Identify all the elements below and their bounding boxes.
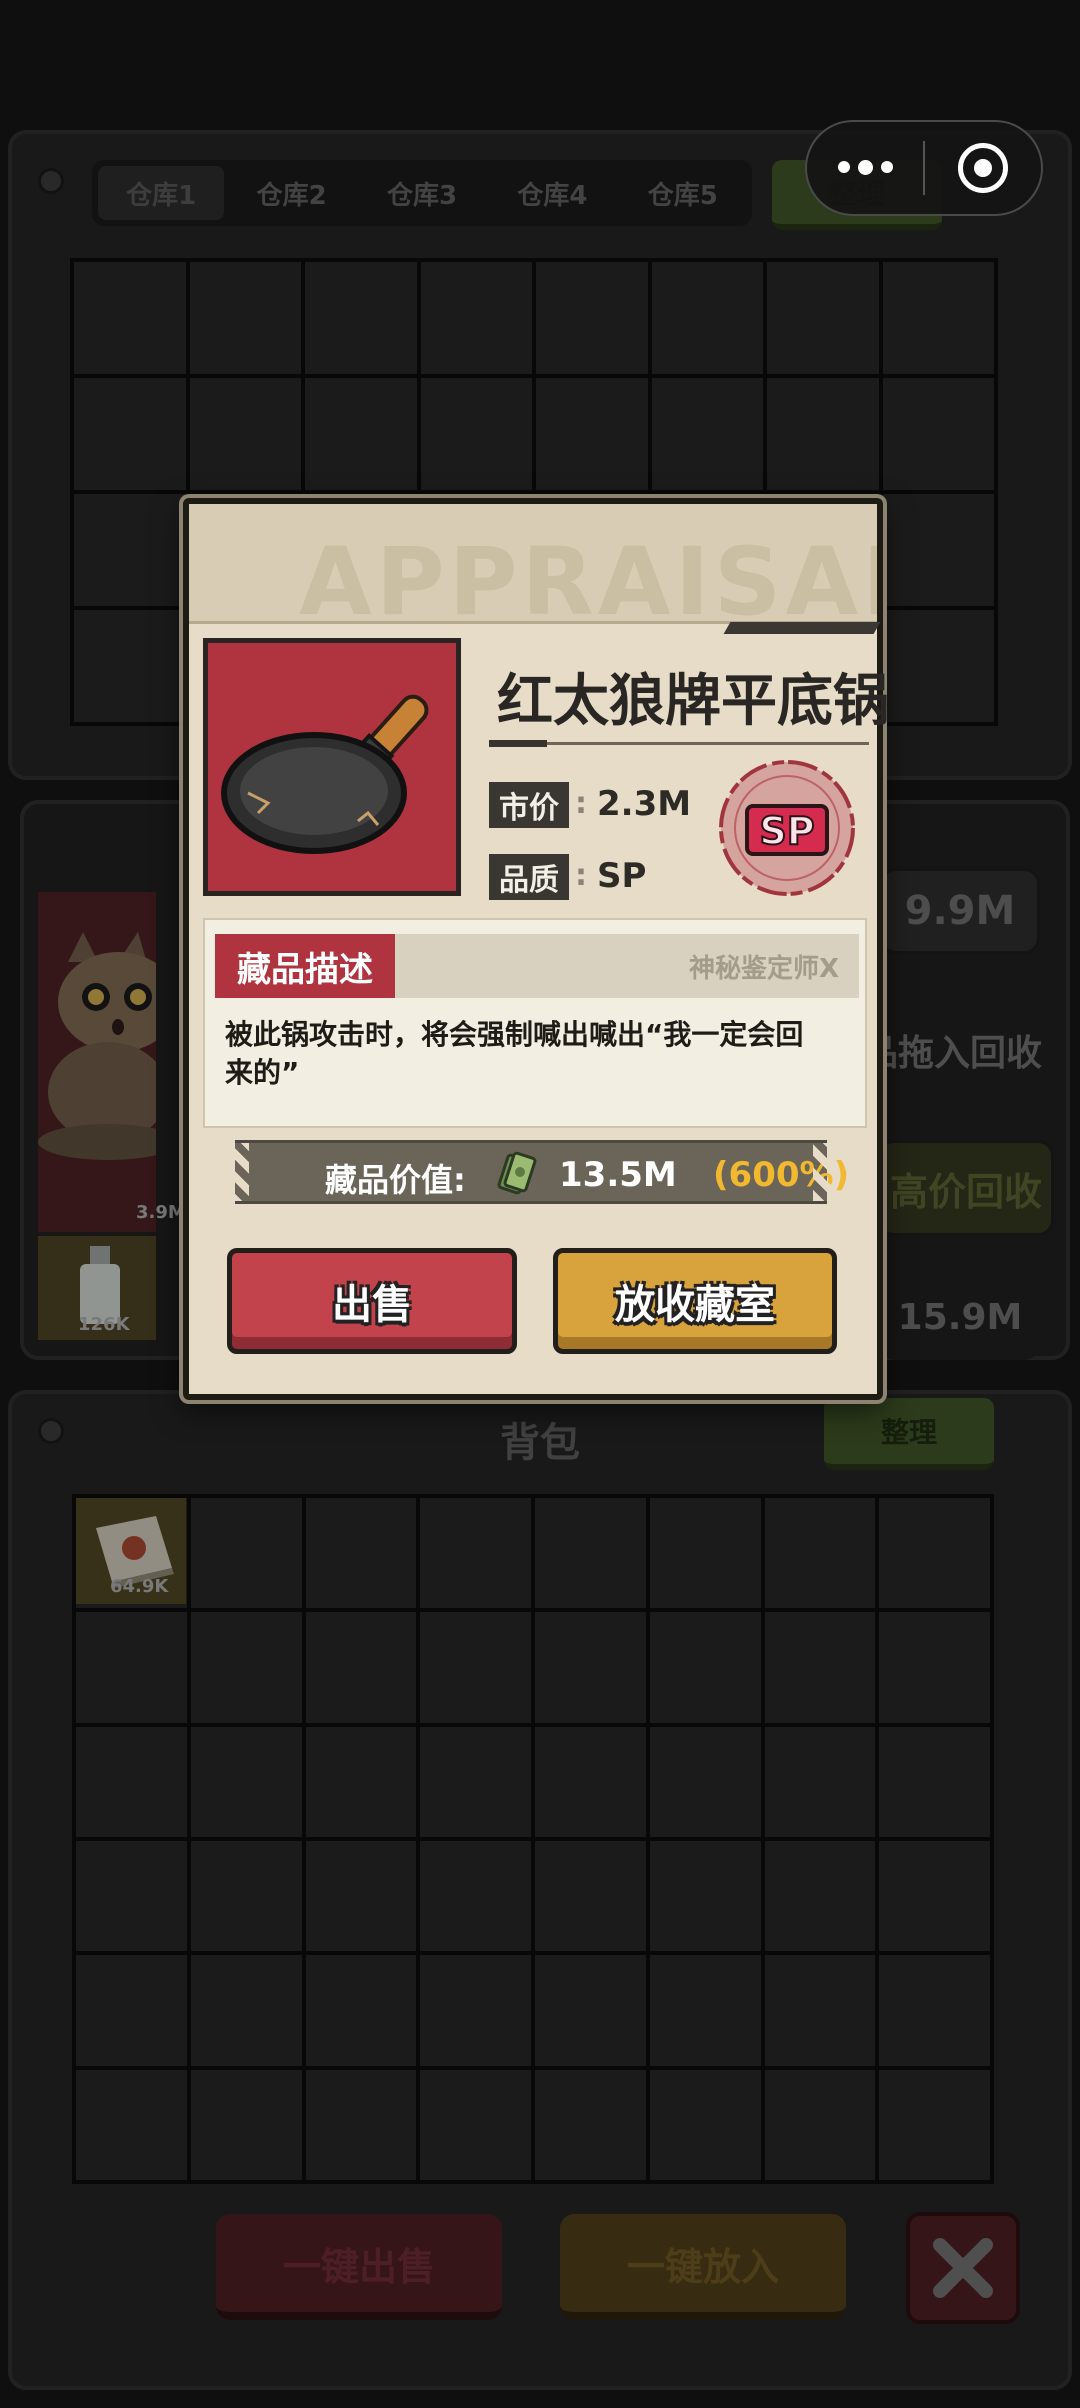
quality-label: 品质 xyxy=(489,854,569,900)
description-title: 藏品描述 xyxy=(215,934,395,998)
item-image-frame xyxy=(203,638,461,896)
rank-badge-text: SP xyxy=(759,809,814,853)
description-author: 神秘鉴定师X xyxy=(688,954,839,984)
store-to-collection-button[interactable]: 放收藏室 xyxy=(553,1248,837,1354)
frying-pan-icon xyxy=(221,694,429,854)
price-label: 市价 xyxy=(489,782,569,828)
name-underline-accent xyxy=(489,740,547,747)
collection-value-label: 藏品价值: xyxy=(325,1161,466,1199)
item-image xyxy=(208,643,456,891)
collection-value-strip: 藏品价值: 13.5M (600%) xyxy=(231,1140,849,1204)
modal-header: APPRAISAL xyxy=(189,504,877,624)
cash-stack-icon xyxy=(497,1151,537,1195)
appraisal-watermark: APPRAISAL xyxy=(299,528,877,624)
quality-value: SP xyxy=(597,856,647,896)
price-value: 2.3M xyxy=(597,784,692,824)
collection-value-percent: (600%) xyxy=(713,1155,850,1195)
price-colon: : xyxy=(575,786,587,821)
collection-value-amount: 13.5M xyxy=(559,1155,677,1195)
description-header: 藏品描述 神秘鉴定师X xyxy=(215,934,859,998)
miniprogram-capsule xyxy=(805,120,1043,216)
sp-rank-stamp-icon: SP xyxy=(719,760,855,896)
more-dots-icon[interactable] xyxy=(807,160,923,175)
target-icon[interactable] xyxy=(925,143,1041,193)
header-stripe xyxy=(723,622,881,634)
description-text: 被此锅攻击时，将会强制喊出喊出“我一定会回来的” xyxy=(225,1018,804,1089)
quality-colon: : xyxy=(575,858,587,893)
item-name: 红太狼牌平底锅 xyxy=(497,669,889,734)
sell-button[interactable]: 出售 xyxy=(227,1248,517,1354)
appraisal-modal: APPRAISAL 红太狼牌平底锅 市价 : 2.3M 品质 : SP SP 藏 xyxy=(183,498,889,1400)
description-box: 藏品描述 神秘鉴定师X 被此锅攻击时，将会强制喊出喊出“我一定会回来的” xyxy=(203,918,867,1128)
